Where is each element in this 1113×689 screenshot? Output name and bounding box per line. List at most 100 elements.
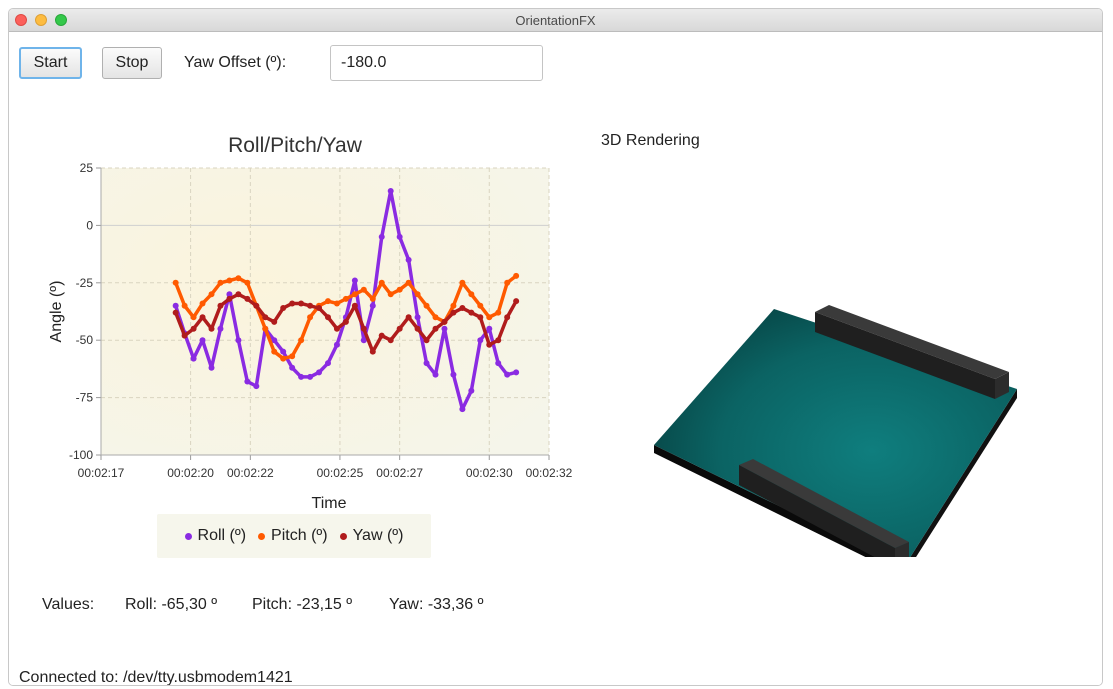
data-point-0 (450, 371, 457, 378)
legend-item: Roll (º) (184, 527, 247, 545)
data-point-0 (432, 371, 439, 378)
y-axis-label: Angle (º) (48, 281, 65, 343)
data-point-0 (414, 314, 421, 321)
y-tick-label: 25 (80, 161, 94, 175)
data-point-2 (271, 318, 278, 325)
x-tick-label: 00:02:25 (317, 466, 364, 480)
data-point-0 (298, 373, 305, 380)
data-point-0 (405, 256, 412, 263)
chart-legend: Roll (º) Pitch (º) Yaw (º) (157, 514, 431, 558)
data-point-2 (208, 325, 215, 332)
chart-title: Roll/Pitch/Yaw (228, 134, 363, 157)
data-point-2 (513, 298, 520, 305)
data-point-0 (468, 387, 475, 394)
data-point-2 (333, 325, 340, 332)
data-point-1 (396, 286, 403, 293)
data-point-0 (369, 302, 376, 309)
data-point-1 (271, 348, 278, 355)
data-point-2 (217, 302, 224, 309)
data-point-2 (441, 318, 448, 325)
data-point-2 (342, 318, 349, 325)
data-point-1 (360, 286, 367, 293)
data-point-1 (235, 275, 242, 282)
data-point-2 (369, 348, 376, 355)
data-point-2 (226, 295, 233, 302)
x-tick-label: 00:02:32 (526, 466, 573, 480)
3d-rendering-view[interactable] (639, 267, 1029, 557)
data-point-1 (423, 302, 430, 309)
data-point-2 (298, 300, 305, 307)
data-point-2 (486, 341, 493, 348)
data-point-2 (423, 337, 430, 344)
data-point-1 (369, 295, 376, 302)
data-point-1 (387, 291, 394, 298)
title-bar: OrientationFX (9, 9, 1102, 32)
data-point-2 (253, 302, 260, 309)
data-point-2 (450, 309, 457, 316)
data-point-2 (414, 325, 421, 332)
data-point-2 (244, 295, 251, 302)
data-point-0 (307, 373, 314, 380)
connection-status: Connected to: /dev/tty.usbmodem1421 (19, 669, 293, 686)
data-point-0 (504, 371, 511, 378)
data-point-1 (324, 298, 331, 305)
data-point-2 (316, 305, 323, 312)
data-point-1 (199, 300, 206, 307)
roll-value: Roll: -65,30 º (125, 596, 218, 613)
data-point-2 (262, 314, 269, 321)
data-point-2 (504, 314, 511, 321)
y-tick-label: -25 (76, 276, 94, 290)
data-point-2 (360, 325, 367, 332)
data-point-2 (468, 309, 475, 316)
data-point-2 (181, 332, 188, 339)
data-point-0 (280, 348, 287, 355)
data-point-1 (432, 314, 439, 321)
data-point-0 (333, 341, 340, 348)
data-point-0 (253, 383, 260, 390)
data-point-1 (450, 302, 457, 309)
legend-label: Roll (º) (197, 527, 247, 544)
data-point-1 (172, 279, 179, 286)
data-point-0 (244, 378, 251, 385)
x-tick-label: 00:02:17 (78, 466, 125, 480)
data-point-1 (459, 279, 466, 286)
data-point-1 (513, 272, 520, 279)
data-point-1 (477, 302, 484, 309)
data-point-1 (333, 300, 340, 307)
data-point-0 (378, 233, 385, 240)
data-point-1 (486, 314, 493, 321)
data-point-1 (405, 279, 412, 286)
data-point-0 (423, 360, 430, 367)
data-point-2 (477, 314, 484, 321)
data-point-0 (486, 325, 493, 332)
data-point-1 (244, 279, 251, 286)
pitch-value: Pitch: -23,15 º (252, 596, 353, 613)
data-point-0 (217, 325, 224, 332)
y-tick-label: 0 (86, 218, 93, 232)
data-point-2 (495, 337, 502, 344)
legend-item: Pitch (º) (258, 527, 328, 545)
y-tick-label: -75 (76, 391, 94, 405)
data-point-2 (190, 325, 197, 332)
x-axis-label: Time (312, 495, 347, 512)
data-point-2 (324, 314, 331, 321)
legend-label: Yaw (º) (352, 527, 404, 544)
yaw-value: Yaw: -33,36 º (389, 596, 484, 613)
y-tick-label: -50 (76, 333, 94, 347)
data-point-1 (262, 325, 269, 332)
data-point-1 (226, 277, 233, 284)
roll-pitch-yaw-chart: 25 0 -25 -50 -75 -100 00:02:17 00:02:20 00:02:22… (48, 134, 573, 512)
data-point-2 (199, 314, 206, 321)
data-point-1 (307, 314, 314, 321)
data-point-2 (235, 291, 242, 298)
data-point-0 (459, 406, 466, 413)
y-tick-label: -100 (69, 448, 93, 462)
data-point-0 (396, 233, 403, 240)
data-point-2 (459, 305, 466, 312)
data-point-0 (208, 364, 215, 371)
app-window: OrientationFX Start Stop Yaw Offset (º):… (8, 8, 1103, 686)
data-point-2 (307, 302, 314, 309)
data-point-1 (351, 291, 358, 298)
plot-area (101, 168, 549, 455)
legend-label: Pitch (º) (271, 527, 328, 544)
